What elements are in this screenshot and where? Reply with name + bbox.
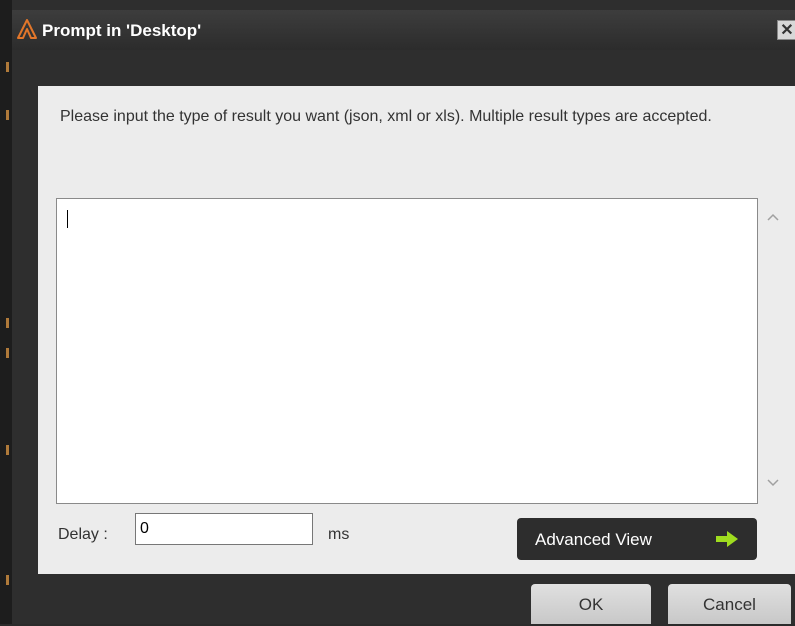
advanced-view-label: Advanced View [535,530,652,549]
chevron-down-icon[interactable] [766,476,780,490]
cancel-button[interactable]: Cancel [668,584,791,624]
delay-input[interactable] [135,513,313,545]
prompt-dialog: Prompt in 'Desktop' ✕ Please input the t… [12,0,795,624]
arrow-right-icon [715,530,739,548]
prompt-message: Please input the type of result you want… [60,108,712,125]
background-mark [6,575,9,585]
delay-label: Delay : [58,526,108,543]
dialog-title: Prompt in 'Desktop' [42,21,202,40]
background-strip [0,0,12,624]
background-mark [6,348,9,358]
background-mark [6,445,9,455]
chevron-up-icon[interactable] [766,210,780,224]
background-mark [6,110,9,120]
background-mark [6,318,9,328]
delay-unit-label: ms [328,526,350,543]
advanced-view-button[interactable]: Advanced View [517,518,757,560]
result-type-input[interactable] [56,198,758,504]
close-button[interactable]: ✕ [777,20,795,40]
close-icon: ✕ [780,22,794,39]
title-bar[interactable]: Prompt in 'Desktop' ✕ [12,10,795,50]
dialog-body: Please input the type of result you want… [38,86,795,574]
ok-button[interactable]: OK [531,584,651,624]
app-logo-icon [16,18,38,40]
background-mark [6,62,9,72]
text-caret [67,210,68,228]
